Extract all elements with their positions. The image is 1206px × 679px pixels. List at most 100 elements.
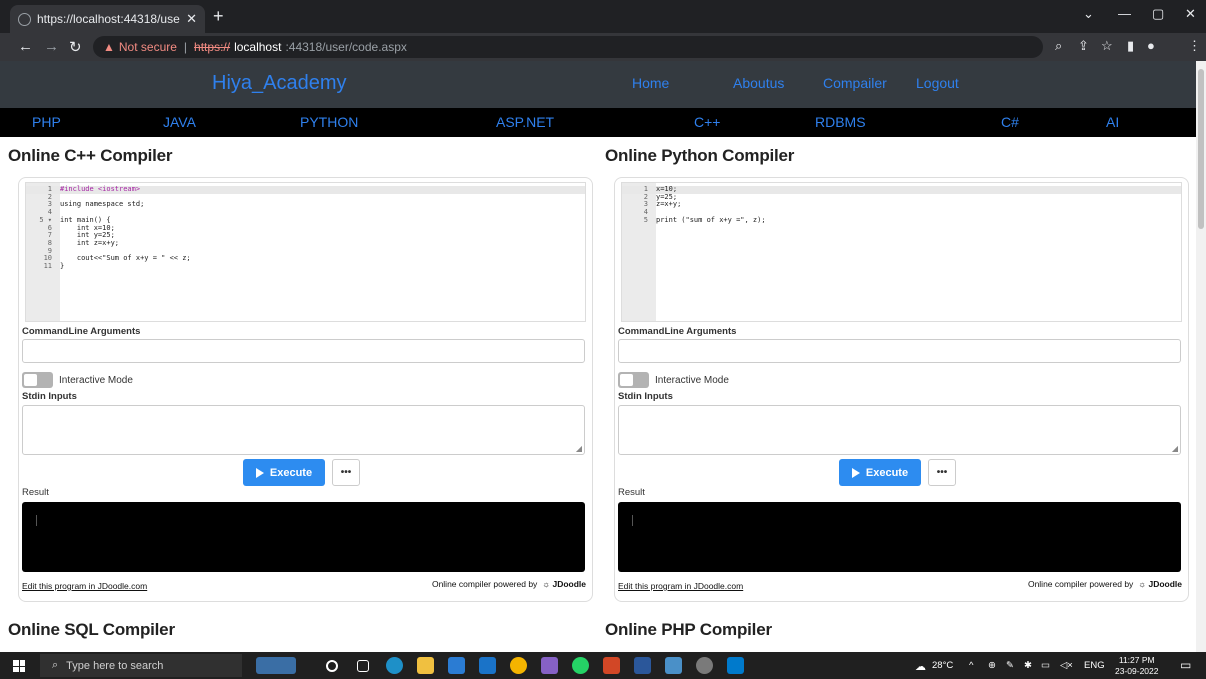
stdin-textarea[interactable]: ◢ bbox=[22, 405, 585, 455]
nav-logout[interactable]: Logout bbox=[916, 75, 959, 91]
language-indicator[interactable]: ENG bbox=[1084, 660, 1105, 671]
code-text: print ("sum of x+y =", z); bbox=[656, 215, 766, 224]
python-compiler-card: 1 x=10; 2 y=25; 3 z=x+y; 4 5 print ("sum of … bbox=[614, 177, 1189, 602]
mail-icon[interactable] bbox=[479, 657, 496, 674]
code-line: 11} bbox=[26, 262, 585, 271]
powerpoint-icon[interactable] bbox=[603, 657, 620, 674]
clock-date: 23-09-2022 bbox=[1115, 666, 1159, 676]
lang-aspnet[interactable]: ASP.NET bbox=[496, 114, 554, 130]
forward-button[interactable]: → bbox=[44, 38, 59, 55]
code-line: 2 y=25; bbox=[622, 193, 1181, 202]
play-icon bbox=[851, 467, 860, 478]
result-console[interactable] bbox=[22, 502, 585, 572]
python-heading: Online Python Compiler bbox=[605, 146, 795, 165]
taskbar-search[interactable]: ⌕ Type here to search bbox=[40, 654, 242, 677]
address-bar[interactable]: ▲ Not secure | https://localhost:44318/u… bbox=[93, 36, 1043, 58]
weather-icon[interactable]: ☁ bbox=[915, 660, 926, 673]
lang-cpp[interactable]: C++ bbox=[694, 114, 720, 130]
result-console[interactable] bbox=[618, 502, 1181, 572]
store-icon[interactable] bbox=[448, 657, 465, 674]
whatsapp-icon[interactable] bbox=[572, 657, 589, 674]
more-options-button[interactable]: ••• bbox=[332, 459, 360, 486]
network-icon[interactable]: ⊕ bbox=[988, 660, 996, 671]
volume-icon[interactable]: ◁× bbox=[1060, 660, 1073, 671]
tray-chevron-icon[interactable]: ^ bbox=[969, 660, 973, 671]
edit-jdoodle-link[interactable]: Edit this program in JDoodle.com bbox=[618, 581, 743, 591]
word-icon[interactable] bbox=[634, 657, 651, 674]
brand-logo[interactable]: Hiya_Academy bbox=[212, 72, 347, 95]
lang-ai[interactable]: AI bbox=[1106, 114, 1119, 130]
execute-button[interactable]: Execute bbox=[243, 459, 325, 486]
jdoodle-logo[interactable]: ☼ JDoodle bbox=[542, 579, 586, 589]
cmd-args-input[interactable] bbox=[22, 339, 585, 363]
paint-icon[interactable] bbox=[696, 657, 713, 674]
bookmark-star-icon[interactable]: ☆ bbox=[1101, 38, 1113, 54]
resize-grip-icon[interactable]: ◢ bbox=[1172, 444, 1178, 453]
lang-java[interactable]: JAVA bbox=[163, 114, 196, 130]
jdoodle-logo[interactable]: ☼ JDoodle bbox=[1138, 579, 1182, 589]
lang-php[interactable]: PHP bbox=[32, 114, 61, 130]
url-path: :44318/user/code.aspx bbox=[285, 40, 407, 54]
share-icon[interactable]: ⇪ bbox=[1078, 38, 1089, 54]
page-viewport: Hiya_Academy Home Aboutus Compailer Logo… bbox=[0, 61, 1196, 652]
code-lines: 1 #include <iostream> 2 3 using namespace … bbox=[26, 185, 585, 271]
edge-icon[interactable] bbox=[386, 657, 403, 674]
line-number: 5 bbox=[643, 215, 648, 224]
edit-jdoodle-link[interactable]: Edit this program in JDoodle.com bbox=[22, 581, 147, 591]
bluetooth-icon[interactable]: ✱ bbox=[1024, 660, 1032, 671]
more-options-button[interactable]: ••• bbox=[928, 459, 956, 486]
execute-button[interactable]: Execute bbox=[839, 459, 921, 486]
battery-icon[interactable]: ▭ bbox=[1041, 660, 1050, 671]
reload-button[interactable]: ↻ bbox=[69, 38, 82, 56]
code-editor[interactable]: 1 x=10; 2 y=25; 3 z=x+y; 4 5 print ("sum of … bbox=[621, 182, 1182, 322]
close-window-button[interactable]: ✕ bbox=[1185, 6, 1196, 22]
resize-grip-icon[interactable]: ◢ bbox=[576, 444, 582, 453]
interactive-mode-toggle[interactable] bbox=[22, 372, 53, 388]
powered-by: Online compiler powered by ☼ JDoodle bbox=[1028, 579, 1182, 589]
tab-search-icon[interactable]: ⌄ bbox=[1083, 6, 1094, 22]
weather-temp[interactable]: 28°C bbox=[932, 660, 953, 671]
browser-tab[interactable]: https://localhost:44318/user/code ✕ bbox=[10, 5, 205, 33]
notes-icon[interactable] bbox=[665, 657, 682, 674]
file-explorer-icon[interactable] bbox=[417, 657, 434, 674]
lang-csharp[interactable]: C# bbox=[1001, 114, 1019, 130]
language-nav: PHP JAVA PYTHON ASP.NET C++ RDBMS C# AI bbox=[0, 108, 1196, 137]
lang-python[interactable]: PYTHON bbox=[300, 114, 358, 130]
maximize-button[interactable]: ▢ bbox=[1152, 6, 1164, 22]
minimize-button[interactable]: — bbox=[1118, 6, 1131, 21]
nav-home[interactable]: Home bbox=[632, 75, 669, 91]
close-tab-icon[interactable]: ✕ bbox=[186, 11, 197, 27]
visual-studio-icon[interactable] bbox=[541, 657, 558, 674]
cmd-args-input[interactable] bbox=[618, 339, 1181, 363]
clock[interactable]: 11:27 PM 23-09-2022 bbox=[1115, 655, 1158, 677]
code-line: 1 #include <iostream> bbox=[26, 185, 585, 194]
profile-avatar[interactable]: ● bbox=[1147, 38, 1155, 53]
task-view-icon[interactable] bbox=[357, 660, 369, 672]
back-button[interactable]: ← bbox=[18, 38, 33, 55]
tab-strip: https://localhost:44318/user/code ✕ + ⌄ … bbox=[0, 0, 1206, 33]
vscode-icon[interactable] bbox=[727, 657, 744, 674]
interactive-mode-toggle[interactable] bbox=[618, 372, 649, 388]
zoom-icon[interactable]: ⌕ bbox=[1055, 38, 1062, 54]
jdoodle-name: JDoodle bbox=[552, 579, 586, 589]
menu-kebab-icon[interactable]: ⋮ bbox=[1188, 38, 1201, 54]
stdin-textarea[interactable]: ◢ bbox=[618, 405, 1181, 455]
scrollbar-thumb[interactable] bbox=[1198, 69, 1204, 229]
interactive-mode-label: Interactive Mode bbox=[59, 375, 133, 386]
code-editor[interactable]: 1 #include <iostream> 2 3 using namespace … bbox=[25, 182, 586, 322]
notifications-icon[interactable]: ▭ bbox=[1180, 658, 1191, 672]
cursor bbox=[632, 515, 633, 526]
cmd-args-label: CommandLine Arguments bbox=[618, 326, 737, 337]
nav-aboutus[interactable]: Aboutus bbox=[733, 75, 784, 91]
side-panel-icon[interactable]: ▮ bbox=[1127, 38, 1134, 54]
news-widget-icon[interactable] bbox=[256, 657, 296, 674]
lang-rdbms[interactable]: RDBMS bbox=[815, 114, 866, 130]
powered-text: Online compiler powered by bbox=[1027, 579, 1134, 589]
cortana-icon[interactable] bbox=[326, 660, 338, 672]
page-scrollbar[interactable] bbox=[1196, 61, 1206, 652]
windows-start-icon[interactable] bbox=[13, 660, 25, 672]
new-tab-button[interactable]: + bbox=[213, 6, 224, 27]
chrome-icon[interactable] bbox=[510, 657, 527, 674]
nav-compailer[interactable]: Compailer bbox=[823, 75, 887, 91]
pen-icon[interactable]: ✎ bbox=[1006, 660, 1014, 671]
